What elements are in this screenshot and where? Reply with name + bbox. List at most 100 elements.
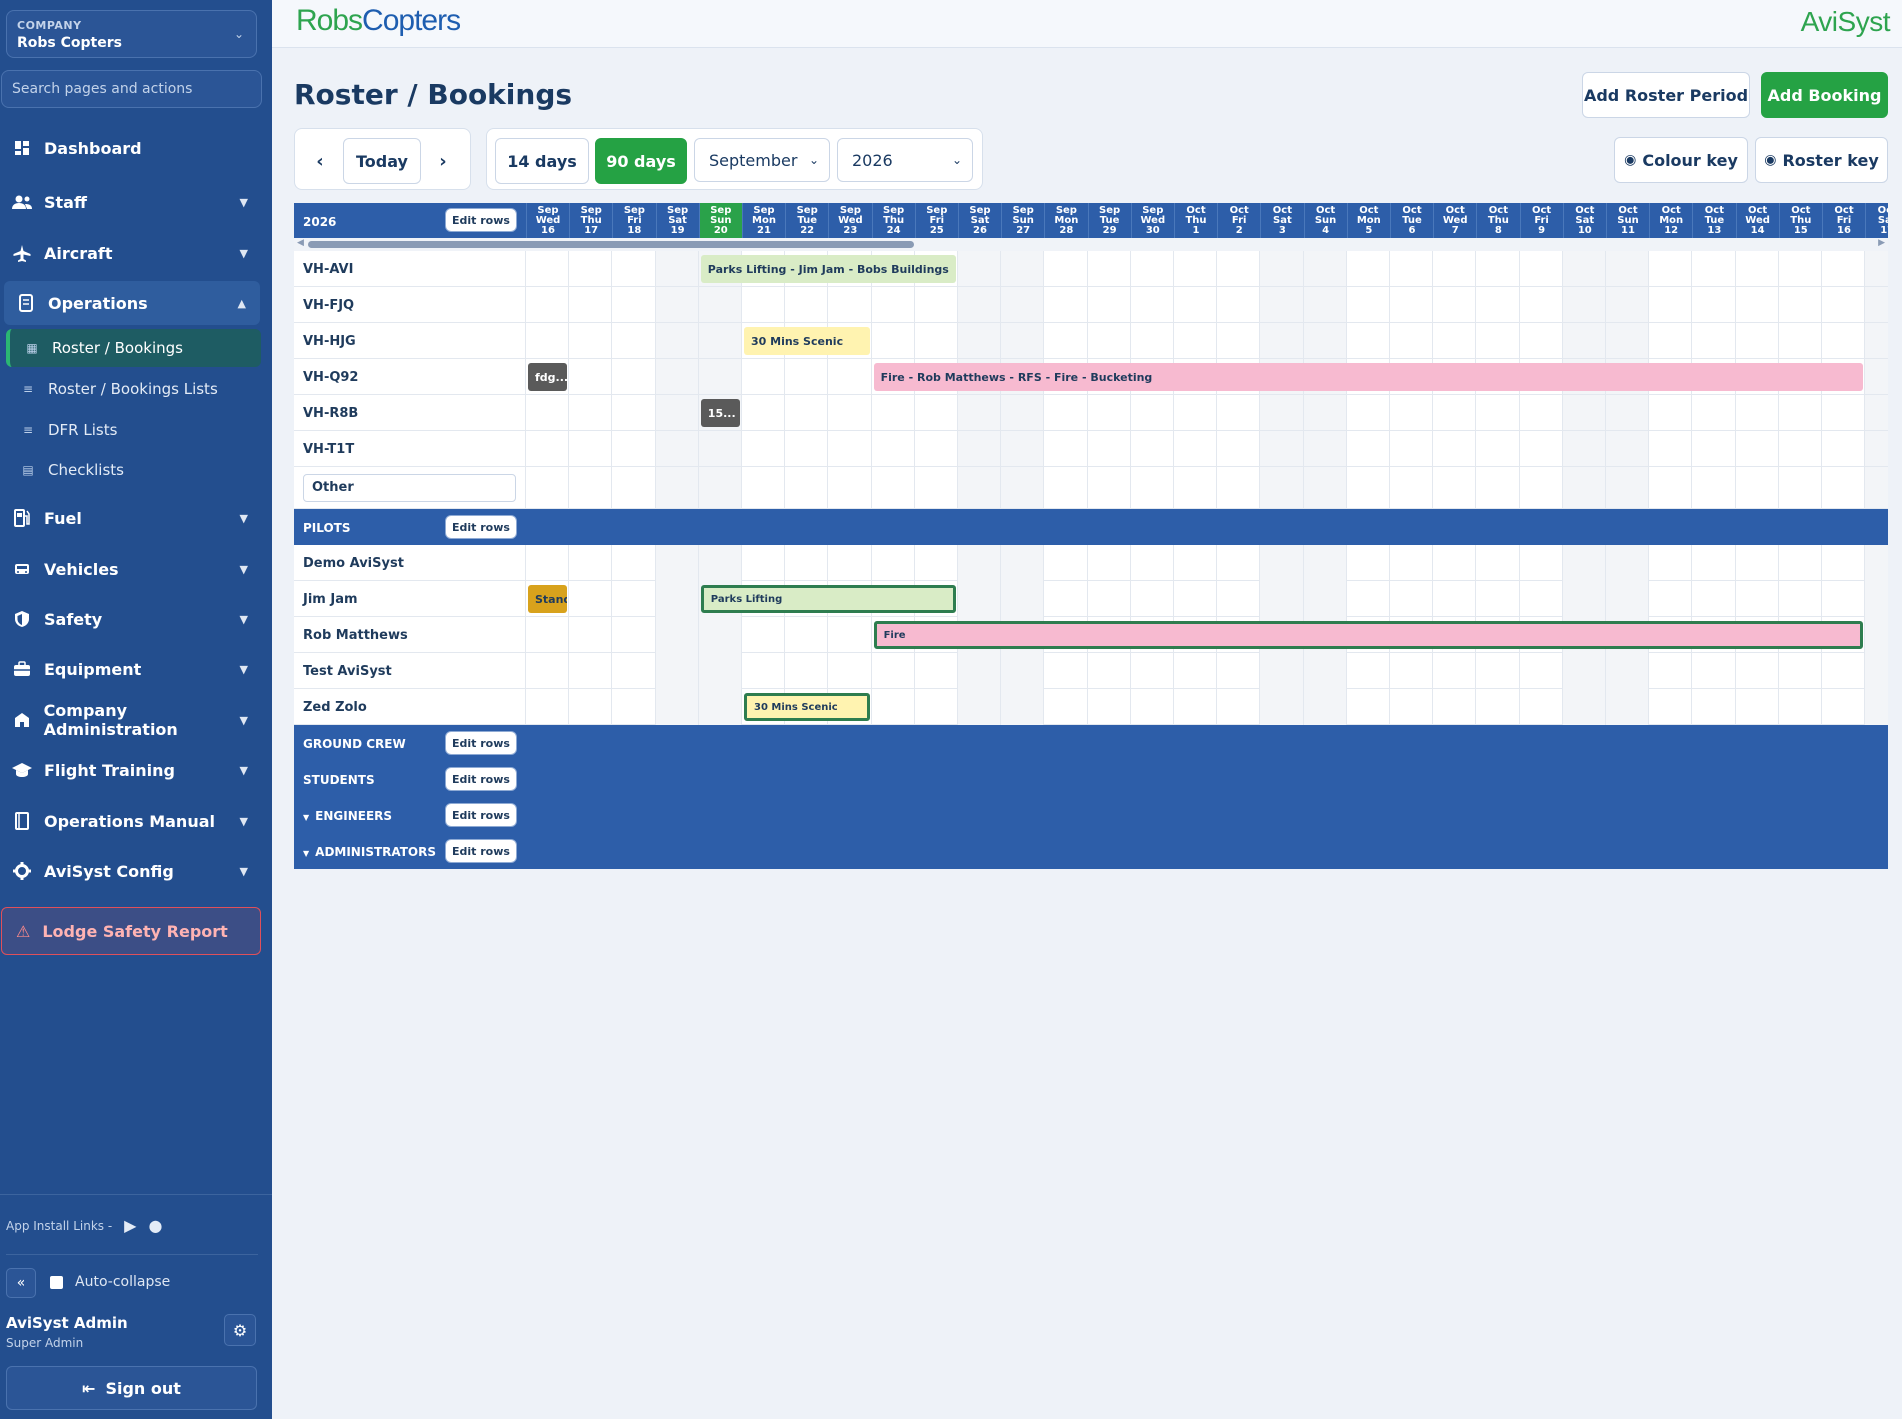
collapse-sidebar-button[interactable]: « [6,1268,36,1298]
grid-line [741,251,742,509]
grid-line [525,251,526,509]
auto-collapse-checkbox[interactable] [50,1275,63,1289]
colour-key-button[interactable]: ◉ Colour key [1614,137,1748,183]
nav-operations-manual[interactable]: Operations Manual ▼ [0,799,262,843]
sidebar: COMPANY Robs Copters ⌄ Search pages and … [0,0,272,1419]
sign-out-label: Sign out [105,1378,181,1398]
date-header-cell: Sep Wed 16 [526,203,569,238]
date-number: 27 [1016,225,1031,236]
caret-down-icon: ▼ [239,246,248,260]
booking-bar[interactable]: 30 Mins Scenic [744,693,870,721]
caret-down-icon: ▼ [239,612,248,626]
booking-label: Parks Lifting - Jim Jam - Bobs Buildings [707,262,949,276]
subnav-roster-bookings[interactable]: ▦ Roster / Bookings [6,329,261,367]
nav-dashboard[interactable]: Dashboard [0,126,262,170]
company-logo: RobsCopters [296,4,461,37]
nav-staff[interactable]: Staff ▼ [0,180,262,224]
nav-equipment[interactable]: Equipment ▼ [0,647,262,691]
subnav-roster-bookings-lists[interactable]: ≡ Roster / Bookings Lists [20,370,260,408]
grid-line [568,251,570,509]
booking-bar[interactable]: Parks Lifting [700,585,956,613]
building-icon [12,710,32,730]
toolbox-icon [12,659,32,679]
user-settings-button[interactable]: ⚙ [224,1314,256,1346]
chevron-left-icon: ‹ [316,150,324,172]
nav-aircraft[interactable]: Aircraft ▼ [0,231,262,275]
edit-rows-button[interactable]: Edit rows [445,731,517,755]
nav-label: Staff [44,192,87,212]
caret-down-icon[interactable]: ▼ [303,849,309,858]
company-selector[interactable]: COMPANY Robs Copters ⌄ [6,10,257,58]
90-days-button[interactable]: 90 days [595,138,687,184]
booking-bar[interactable]: Standb [528,585,568,613]
nav-vehicles[interactable]: Vehicles ▼ [0,547,262,591]
roster-key-button[interactable]: ◉ Roster key [1755,137,1888,183]
scroll-right-icon[interactable]: ▶ [1878,238,1885,248]
booking-bar[interactable]: fdg... [528,363,568,391]
year-select[interactable]: 2026 ⌄ [837,138,973,182]
booking-bar[interactable]: Parks Lifting - Jim Jam - Bobs Buildings [700,255,956,283]
apple-icon[interactable]: ● [148,1216,162,1235]
date-number: 11 [1621,225,1635,236]
booking-bar[interactable]: Fire - Rob Matthews - RFS - Fire - Bucke… [873,363,1864,391]
horizontal-scrollbar[interactable]: ◀ ▶ [294,238,1888,251]
next-button[interactable]: › [426,138,460,184]
scroll-left-icon[interactable]: ◀ [297,238,304,248]
aircraft-label: VH-HJG [303,334,356,349]
scrollbar-thumb[interactable] [308,241,914,248]
fuel-pump-icon [12,508,32,528]
date-number: 12 [1664,225,1679,236]
caret-down-icon[interactable]: ▼ [303,813,309,822]
users-icon [12,192,32,212]
book-icon [12,811,32,831]
booking-bar[interactable]: Fire [873,621,1864,649]
date-header-cell: Oct Tue 13 [1692,203,1735,238]
caret-down-icon: ▼ [239,562,248,576]
add-booking-button[interactable]: Add Booking [1761,72,1888,118]
today-button[interactable]: Today [343,138,421,184]
lodge-safety-report-button[interactable]: ⚠ Lodge Safety Report [1,907,261,955]
subnav-label: Roster / Bookings Lists [48,380,218,398]
edit-rows-button[interactable]: Edit rows [445,208,517,232]
14-days-button[interactable]: 14 days [495,138,589,184]
booking-label: 30 Mins Scenic [754,701,838,713]
warning-icon: ⚠ [16,921,31,941]
previous-button[interactable]: ‹ [303,138,337,184]
divider [0,1194,272,1195]
aircraft-label: VH-FJQ [303,298,355,313]
calendar-icon: ▦ [26,341,38,355]
edit-rows-button[interactable]: Edit rows [445,839,517,863]
sign-out-icon: ⇤ [82,1378,96,1398]
other-input[interactable]: Other [303,474,516,502]
booking-bar[interactable]: 15... [700,399,740,427]
play-store-icon[interactable]: ▶ [124,1216,136,1235]
subnav-label: Roster / Bookings [52,339,183,357]
date-number: 17 [1880,225,1888,236]
date-header-cell: Oct Thu 15 [1778,203,1822,238]
auto-collapse-toggle[interactable]: Auto-collapse [50,1274,170,1290]
nav-flight-training[interactable]: Flight Training ▼ [0,748,262,792]
nav-safety[interactable]: Safety ▼ [0,597,262,641]
date-number: 9 [1538,225,1546,236]
dashboard-icon [12,138,32,158]
edit-rows-button[interactable]: Edit rows [445,515,517,539]
edit-rows-button[interactable]: Edit rows [445,767,517,791]
add-roster-period-button[interactable]: Add Roster Period [1582,72,1750,118]
date-number: 28 [1059,225,1074,236]
subnav-dfr-lists[interactable]: ≡ DFR Lists [20,411,260,449]
grid-line [741,545,742,725]
nav-operations[interactable]: Operations ▲ [4,281,260,325]
search-input[interactable]: Search pages and actions [1,70,262,108]
date-header-cell: Sep Sun 20 [698,203,742,238]
booking-bar[interactable]: 30 Mins Scenic [744,327,870,355]
nav-fuel[interactable]: Fuel ▼ [0,496,262,540]
edit-rows-button[interactable]: Edit rows [445,803,517,827]
nav-avisyst-config[interactable]: AviSyst Config ▼ [0,849,262,893]
subnav-checklists[interactable]: ▤ Checklists [20,451,260,489]
date-header-cell: Oct Sun 11 [1606,203,1649,238]
sign-out-button[interactable]: ⇤ Sign out [6,1366,257,1410]
section-label-administrators: ▼ ADMINISTRATORS [303,845,436,859]
date-number: 24 [886,225,901,236]
nav-company-administration[interactable]: Company Administration ▼ [0,698,262,742]
month-select[interactable]: September ⌄ [694,138,830,182]
